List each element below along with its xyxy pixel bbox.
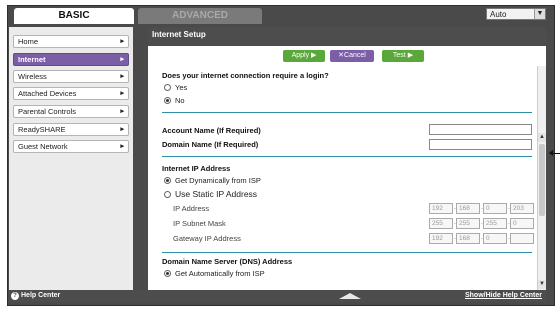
radio-button-selected[interactable] <box>164 270 171 277</box>
callout-arrow-icon <box>549 150 553 156</box>
vertical-scrollbar[interactable]: ▲ ▼ <box>537 66 546 291</box>
domain-name-label: Domain Name (If Required) <box>162 140 258 149</box>
sidebar-item-label: Home <box>18 37 39 46</box>
sidebar-item-label: Internet <box>18 55 46 64</box>
ip-address-octet-2[interactable]: 168 <box>456 203 480 214</box>
subnet-octet-2[interactable]: 255 <box>456 218 480 229</box>
account-name-hint: (If Required) <box>216 126 261 135</box>
sidebar-item-parental-controls[interactable]: Parental Controls ▸ <box>13 105 129 118</box>
subnet-octet-4[interactable]: 0 <box>510 218 534 229</box>
help-icon: ? <box>11 292 19 300</box>
sidebar: Home ▸ Internet ▸ Wireless ▸ Attached De… <box>9 27 133 291</box>
chevron-right-icon: ▸ <box>120 38 124 45</box>
login-no-label: No <box>175 96 185 105</box>
gateway-octet-3[interactable]: 0 <box>483 233 507 244</box>
sidebar-item-home[interactable]: Home ▸ <box>13 35 129 48</box>
sidebar-item-readyshare[interactable]: ReadySHARE ▸ <box>13 123 129 136</box>
chevron-right-icon: ▸ <box>120 108 124 115</box>
domain-name-text: Domain Name <box>162 140 213 149</box>
apply-button[interactable]: Apply ▶ <box>283 50 325 62</box>
chevron-right-icon: ▸ <box>120 90 124 97</box>
domain-name-input[interactable] <box>429 139 532 150</box>
login-yes-option[interactable]: Yes <box>164 83 187 92</box>
language-select[interactable]: Auto ▼ <box>486 8 546 20</box>
cancel-button[interactable]: ✕Cancel <box>330 50 374 62</box>
help-center-label: Help Center <box>21 292 61 299</box>
ip-address-octet-3[interactable]: 0 <box>483 203 507 214</box>
ip-section-title: Internet IP Address <box>162 164 231 173</box>
ip-address-label: IP Address <box>173 204 210 213</box>
chevron-down-icon: ▼ <box>534 9 545 19</box>
login-no-option[interactable]: No <box>164 96 185 105</box>
ip-address-octet-4[interactable]: 203 <box>510 203 534 214</box>
gateway-octet-2[interactable]: 168 <box>456 233 480 244</box>
ip-static-option[interactable]: Use Static IP Address <box>164 189 257 199</box>
account-name-text: Account Name <box>162 126 215 135</box>
divider <box>162 112 532 113</box>
ip-dynamic-option[interactable]: Get Dynamically from ISP <box>164 176 261 185</box>
sidebar-item-guest-network[interactable]: Guest Network ▸ <box>13 140 129 153</box>
sidebar-item-label: Wireless <box>18 72 47 81</box>
test-button[interactable]: Test ▶ <box>382 50 424 62</box>
sidebar-item-internet[interactable]: Internet ▸ <box>13 53 129 66</box>
sidebar-item-label: ReadySHARE <box>18 125 66 134</box>
gateway-octet-4[interactable] <box>510 233 534 244</box>
divider <box>162 252 532 253</box>
login-yes-label: Yes <box>175 83 188 92</box>
sidebar-item-attached-devices[interactable]: Attached Devices ▸ <box>13 87 129 100</box>
gateway-octet-1[interactable]: 192 <box>429 233 453 244</box>
chevron-right-icon: ▸ <box>120 126 124 133</box>
radio-button-selected[interactable] <box>164 177 171 184</box>
language-value: Auto <box>490 10 507 19</box>
main-panel: Internet Setup Apply ▶ ✕Cancel Test ▶ Do… <box>148 27 546 291</box>
domain-name-hint: (If Required) <box>214 140 259 149</box>
tab-advanced[interactable]: ADVANCED <box>138 8 262 24</box>
divider <box>162 156 532 157</box>
radio-button[interactable] <box>164 191 171 198</box>
account-name-label: Account Name (If Required) <box>162 126 261 135</box>
dns-auto-label: Get Automatically from ISP <box>175 269 265 278</box>
scroll-down-icon[interactable]: ▼ <box>538 280 546 289</box>
ip-dynamic-label: Get Dynamically from ISP <box>175 176 261 185</box>
chevron-right-icon: ▸ <box>120 56 124 63</box>
gateway-label: Gateway IP Address <box>173 234 241 243</box>
login-question: Does your internet connection require a … <box>162 71 329 80</box>
ip-static-label: Use Static IP Address <box>175 189 258 199</box>
help-footer: ? Help Center Show/Hide Help Center <box>9 290 546 302</box>
sidebar-item-label: Parental Controls <box>18 107 76 116</box>
chevron-right-icon: ▸ <box>120 143 124 150</box>
account-name-input[interactable] <box>429 124 532 135</box>
subnet-octet-3[interactable]: 255 <box>483 218 507 229</box>
subnet-mask-label: IP Subnet Mask <box>173 219 226 228</box>
radio-button[interactable] <box>164 84 171 91</box>
sidebar-item-wireless[interactable]: Wireless ▸ <box>13 70 129 83</box>
sidebar-item-label: Guest Network <box>18 142 68 151</box>
chevron-right-icon: ▸ <box>120 73 124 80</box>
dns-auto-option[interactable]: Get Automatically from ISP <box>164 269 265 278</box>
scrollbar-thumb[interactable] <box>539 144 545 216</box>
page-title: Internet Setup <box>148 27 546 46</box>
tab-basic[interactable]: BASIC <box>14 8 134 24</box>
subnet-octet-1[interactable]: 255 <box>429 218 453 229</box>
radio-button-selected[interactable] <box>164 97 171 104</box>
dns-section-title: Domain Name Server (DNS) Address <box>162 257 293 266</box>
ip-address-octet-1[interactable]: 192 <box>429 203 453 214</box>
settings-content: Does your internet connection require a … <box>148 66 537 291</box>
expand-arrow-icon[interactable] <box>339 293 361 299</box>
scroll-up-icon[interactable]: ▲ <box>538 133 546 142</box>
help-center-link[interactable]: ? Help Center <box>11 290 60 302</box>
button-bar: Apply ▶ ✕Cancel Test ▶ <box>148 46 546 66</box>
sidebar-item-label: Attached Devices <box>18 89 77 98</box>
show-hide-help-link[interactable]: Show/Hide Help Center <box>465 290 542 302</box>
